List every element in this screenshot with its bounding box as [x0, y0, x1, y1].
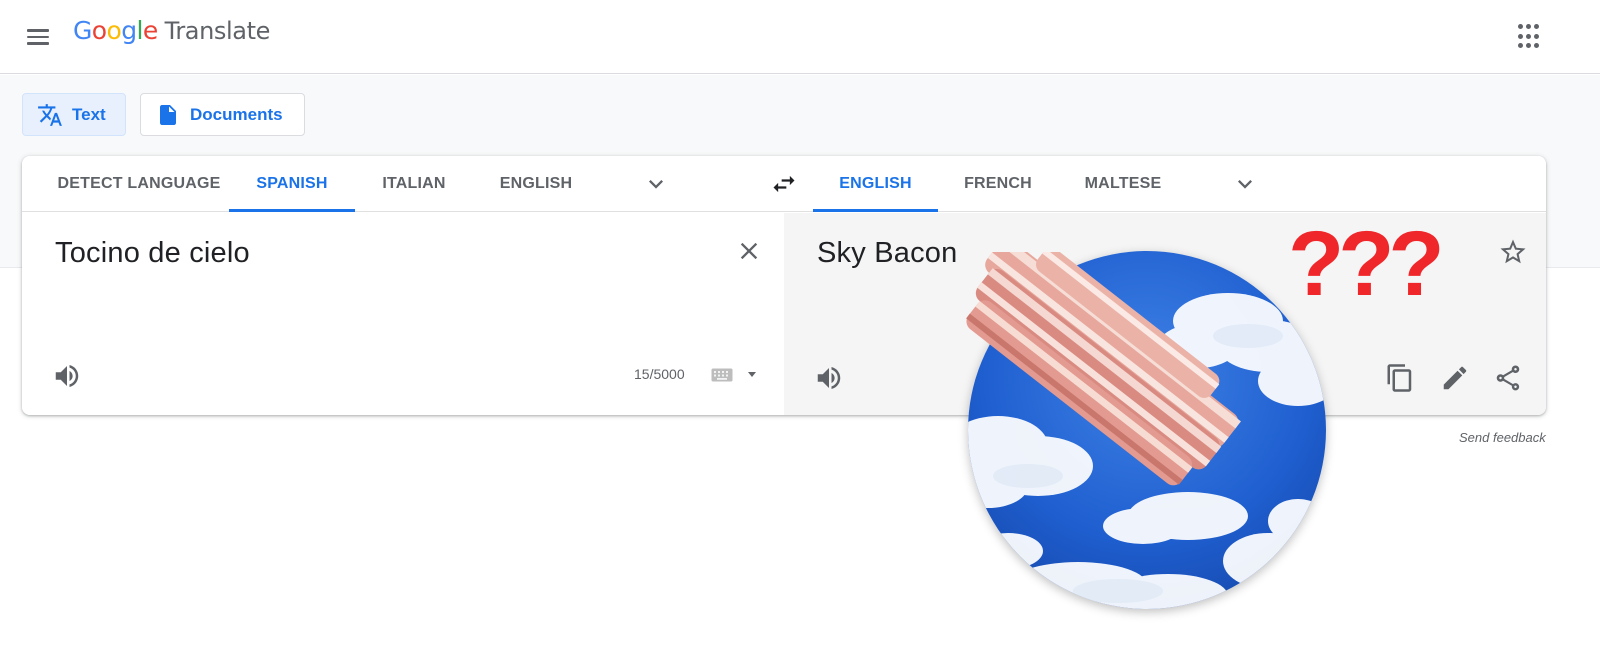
send-feedback-link[interactable]: Send feedback [1459, 430, 1546, 445]
translation-output: Sky Bacon [817, 237, 958, 269]
target-language-dropdown-icon[interactable] [1231, 170, 1259, 198]
question-marks-overlay: ??? [1288, 213, 1445, 315]
google-translate-logo[interactable]: Google Translate [73, 16, 270, 56]
google-wordmark: Google [73, 16, 158, 45]
documents-mode-label: Documents [190, 104, 283, 124]
text-mode-button[interactable]: Text [22, 93, 126, 136]
copy-icon[interactable] [1385, 363, 1415, 393]
edit-pencil-icon[interactable] [1440, 363, 1470, 393]
hamburger-menu-icon[interactable] [24, 22, 54, 52]
share-icon[interactable] [1493, 363, 1523, 393]
text-mode-label: Text [72, 104, 106, 124]
bacon-strips-image [948, 236, 1248, 502]
language-bar: DETECT LANGUAGE SPANISH ITALIAN ENGLISH … [22, 156, 1546, 212]
source-language-dropdown-icon[interactable] [642, 170, 670, 198]
tab-source-english[interactable]: ENGLISH [482, 156, 590, 212]
tab-source-italian[interactable]: ITALIAN [362, 156, 466, 212]
character-count: 15/5000 [634, 366, 685, 382]
translate-icon [37, 102, 63, 128]
tab-target-french[interactable]: FRENCH [948, 156, 1048, 212]
source-text-input[interactable]: Tocino de cielo [55, 237, 250, 270]
tab-target-maltese[interactable]: MALTESE [1068, 156, 1178, 212]
swap-languages-icon[interactable] [770, 170, 798, 198]
tab-detect-language[interactable]: DETECT LANGUAGE [36, 156, 242, 212]
source-pane[interactable]: Tocino de cielo 15/5000 [22, 213, 784, 415]
apps-grid-icon[interactable] [1518, 24, 1544, 50]
close-icon[interactable] [735, 237, 763, 265]
keyboard-icon[interactable] [711, 368, 733, 382]
source-listen-speaker-icon[interactable] [52, 361, 82, 391]
top-bar: Google Translate [0, 0, 1600, 74]
target-listen-speaker-icon[interactable] [814, 363, 844, 393]
product-name: Translate [164, 17, 271, 45]
translate-app: Google Translate Text Documents DETECT L… [0, 0, 1600, 650]
document-icon [155, 102, 181, 128]
documents-mode-button[interactable]: Documents [140, 93, 305, 136]
tab-source-spanish[interactable]: SPANISH [229, 156, 355, 212]
tab-target-english[interactable]: ENGLISH [813, 156, 938, 212]
star-icon[interactable] [1498, 237, 1528, 267]
input-tools-dropdown-icon[interactable] [746, 368, 758, 380]
